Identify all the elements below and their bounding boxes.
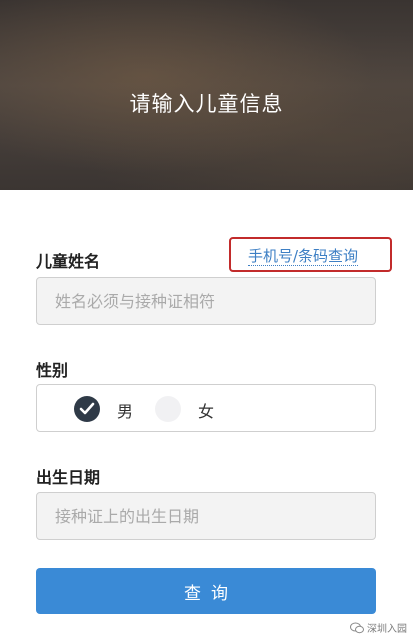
header-banner: 请输入儿童信息 bbox=[0, 0, 413, 190]
watermark: 深圳入园 bbox=[350, 620, 407, 635]
gender-female-label: 女 bbox=[198, 402, 215, 421]
child-name-input[interactable] bbox=[36, 277, 376, 325]
birth-date-label: 出生日期 bbox=[36, 468, 101, 487]
wechat-icon bbox=[350, 622, 364, 633]
gender-label: 性别 bbox=[36, 361, 69, 380]
phone-barcode-lookup-link[interactable]: 手机号/条码查询 bbox=[248, 247, 359, 266]
gender-male-label: 男 bbox=[117, 402, 134, 421]
gender-female-radio[interactable] bbox=[155, 396, 181, 422]
checkmark-icon bbox=[79, 402, 95, 415]
child-name-label: 儿童姓名 bbox=[36, 252, 101, 271]
page-title: 请输入儿童信息 bbox=[129, 92, 284, 116]
query-button[interactable]: 查询 bbox=[36, 568, 376, 614]
watermark-text: 深圳入园 bbox=[367, 624, 407, 635]
gender-selector: 男 女 bbox=[36, 384, 376, 432]
gender-male-radio[interactable] bbox=[74, 396, 100, 422]
birth-date-input[interactable] bbox=[36, 492, 376, 540]
